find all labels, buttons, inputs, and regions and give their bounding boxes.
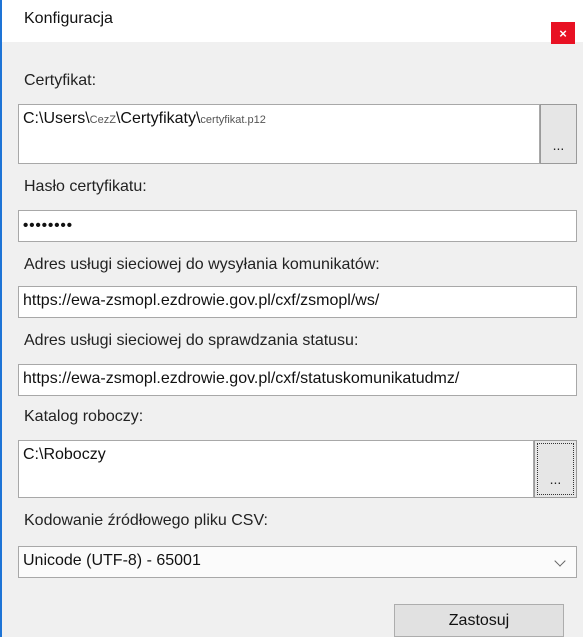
send-service-label: Adres usługi sieciowej do wysyłania komu… xyxy=(24,256,380,273)
window-title: Konfiguracja xyxy=(24,10,113,27)
work-dir-label: Katalog roboczy: xyxy=(24,408,144,425)
certificate-path-prefix: C:\Users\ xyxy=(23,110,90,127)
certificate-browse-button[interactable]: ... xyxy=(540,104,577,164)
certificate-label: Certyfikat: xyxy=(24,72,97,89)
config-dialog: Konfiguracja × Certyfikat: C:\Users\CezZ… xyxy=(0,0,583,637)
password-label: Hasło certyfikatu: xyxy=(24,178,147,195)
status-service-url: https://ewa-zsmopl.ezdrowie.gov.pl/cxf/s… xyxy=(23,370,460,387)
password-value: •••••••• xyxy=(23,217,74,234)
ellipsis-icon: ... xyxy=(552,137,565,153)
title-bar: Konfiguracja × xyxy=(2,0,583,44)
status-service-label: Adres usługi sieciowej do sprawdzania st… xyxy=(24,332,359,349)
apply-button[interactable]: Zastosuj xyxy=(394,604,564,637)
certificate-file-name: certyfikat.p12 xyxy=(200,114,266,126)
work-dir-field[interactable]: C:\Roboczy xyxy=(18,440,534,498)
encoding-label: Kodowanie źródłowego pliku CSV: xyxy=(24,512,268,529)
close-icon: × xyxy=(559,25,567,41)
chevron-down-icon xyxy=(554,555,566,567)
encoding-selected: Unicode (UTF-8) - 65001 xyxy=(23,552,201,569)
certificate-path-middle: \Certyfikaty\ xyxy=(115,110,201,127)
send-service-url: https://ewa-zsmopl.ezdrowie.gov.pl/cxf/z… xyxy=(23,292,380,309)
certificate-user-segment: CezZ xyxy=(89,114,116,126)
close-button[interactable]: × xyxy=(551,22,575,44)
status-service-url-field[interactable]: https://ewa-zsmopl.ezdrowie.gov.pl/cxf/s… xyxy=(18,364,577,396)
password-field[interactable]: •••••••• xyxy=(18,210,577,242)
work-dir-value: C:\Roboczy xyxy=(23,446,106,463)
encoding-select[interactable]: Unicode (UTF-8) - 65001 xyxy=(18,546,577,578)
ellipsis-icon: ... xyxy=(549,471,562,487)
send-service-url-field[interactable]: https://ewa-zsmopl.ezdrowie.gov.pl/cxf/z… xyxy=(18,286,577,318)
work-dir-browse-button[interactable]: ... xyxy=(534,440,577,498)
certificate-path-field[interactable]: C:\Users\CezZ\Certyfikaty\certyfikat.p12 xyxy=(18,104,540,164)
